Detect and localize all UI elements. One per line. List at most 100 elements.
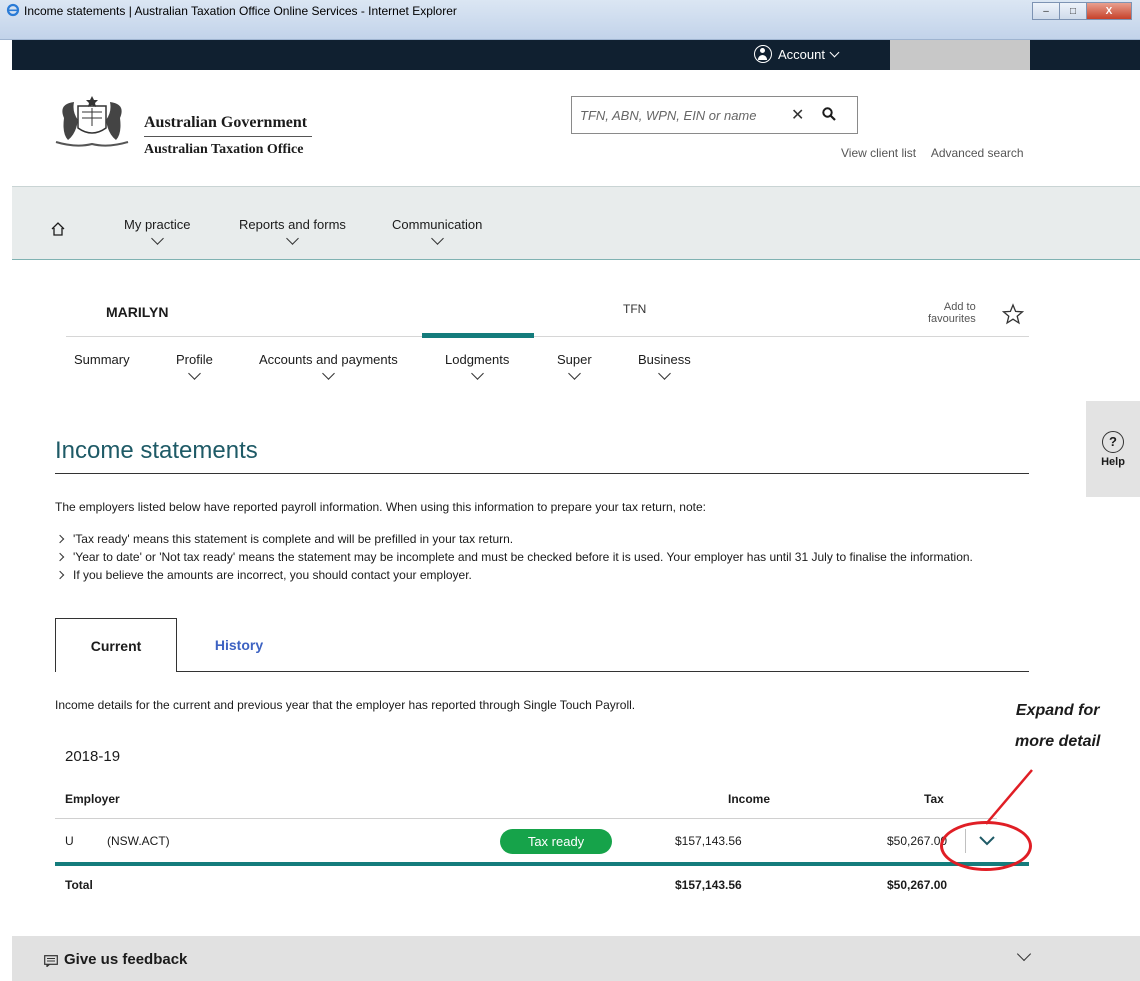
government-wordmark: Australian Government Australian Taxatio… — [144, 114, 312, 158]
note-text: 'Year to date' or 'Not tax ready' means … — [73, 550, 973, 564]
note-text: 'Tax ready' means this statement is comp… — [73, 532, 514, 546]
subnav-business[interactable]: Business — [638, 352, 691, 380]
chevron-down-icon — [567, 367, 581, 380]
agency-name: Australian Taxation Office — [144, 142, 304, 157]
subnav-lodgments-label: Lodgments — [445, 352, 510, 367]
employer-initial: U — [65, 834, 74, 848]
list-item: 'Tax ready' means this statement is comp… — [55, 530, 973, 548]
favourites-line1: Add to — [943, 301, 976, 313]
maximize-button[interactable]: □ — [1059, 2, 1087, 20]
feedback-bar[interactable]: Give us feedback — [12, 936, 1140, 981]
help-label: Help — [1101, 455, 1125, 468]
chevron-down-icon — [286, 232, 299, 245]
employer-name: (NSW.ACT) — [107, 834, 170, 848]
window-titlebar: Income statements | Australian Taxation … — [0, 0, 1140, 40]
intro-text: The employers listed below have reported… — [55, 500, 706, 514]
note-text: If you believe the amounts are incorrect… — [73, 568, 472, 582]
tab-current[interactable]: Current — [55, 618, 177, 672]
account-icon — [754, 45, 772, 63]
tabs-divider — [55, 671, 1029, 672]
account-label: Account — [778, 46, 825, 62]
chevron-right-icon — [55, 534, 65, 544]
home-icon[interactable] — [50, 221, 66, 237]
nav-communication[interactable]: Communication — [392, 217, 483, 245]
notes-list: 'Tax ready' means this statement is comp… — [55, 530, 973, 584]
total-income: $157,143.56 — [675, 878, 742, 892]
advanced-search-link[interactable]: Advanced search — [931, 146, 1024, 160]
status-badge: Tax ready — [500, 829, 612, 854]
close-window-button[interactable]: X — [1086, 2, 1132, 20]
minimize-button[interactable]: – — [1032, 2, 1060, 20]
list-item: 'Year to date' or 'Not tax ready' means … — [55, 548, 973, 566]
star-icon[interactable] — [1002, 303, 1024, 325]
chevron-down-icon — [658, 367, 671, 380]
chevron-down-icon — [829, 47, 840, 57]
subnav-accounts-label: Accounts and payments — [259, 352, 398, 367]
account-name-box — [890, 40, 1030, 70]
site-header: Australian Government Australian Taxatio… — [12, 70, 1140, 186]
total-tax: $50,267.00 — [887, 878, 948, 892]
subnav-summary[interactable]: Summary — [74, 352, 130, 367]
annotation-pointer-line — [985, 769, 1033, 825]
table-header-divider — [55, 818, 997, 819]
account-menu[interactable]: Account — [754, 45, 840, 63]
client-search-box: ✕ — [571, 96, 858, 134]
client-name: MARILYN — [106, 304, 169, 320]
statement-year: 2018-19 — [65, 748, 121, 765]
government-name: Australian Government — [144, 114, 308, 131]
tab-history[interactable]: History — [178, 618, 300, 672]
add-to-favourites-link[interactable]: Add to favourites — [928, 301, 976, 325]
subnav-profile-label: Profile — [176, 352, 213, 367]
subnav-super-label: Super — [557, 352, 592, 367]
chevron-down-icon — [1016, 946, 1032, 962]
help-icon: ? — [1102, 430, 1124, 453]
page-title: Income statements — [55, 437, 258, 464]
coat-of-arms-logo — [55, 96, 129, 147]
clear-search-icon[interactable]: ✕ — [791, 105, 804, 125]
subnav-summary-label: Summary — [74, 352, 130, 367]
internet-explorer-icon — [6, 3, 20, 17]
income-value: $157,143.56 — [675, 834, 742, 848]
favourites-line2: favourites — [928, 313, 976, 325]
table-total-divider — [55, 862, 1029, 866]
chevron-right-icon — [55, 552, 65, 562]
annotation-line1: Expand for — [1015, 702, 1100, 719]
client-search-input[interactable] — [580, 105, 780, 125]
annotation-callout: Expand for more detail — [1015, 695, 1100, 757]
nav-reports-and-forms[interactable]: Reports and forms — [239, 217, 346, 245]
title-divider — [55, 473, 1029, 474]
search-icon[interactable] — [822, 107, 836, 121]
column-header-tax: Tax — [924, 792, 944, 806]
subnav-lodgments[interactable]: Lodgments — [445, 352, 510, 380]
top-bar: Account — [12, 40, 1140, 70]
window-title: Income statements | Australian Taxation … — [24, 4, 457, 18]
client-divider — [66, 336, 1029, 337]
active-tab-indicator — [422, 333, 534, 338]
main-navigation: My practice Reports and forms Communicat… — [12, 186, 1140, 260]
nav-my-practice[interactable]: My practice — [124, 217, 191, 245]
view-client-list-link[interactable]: View client list — [841, 146, 916, 160]
feedback-label: Give us feedback — [64, 951, 188, 968]
header-links: View client list Advanced search — [841, 146, 1036, 160]
subnav-super[interactable]: Super — [557, 352, 592, 380]
help-button[interactable]: ? Help — [1086, 401, 1140, 497]
nav-communication-label: Communication — [392, 217, 483, 232]
browser-viewport: Account Australian Government Australian… — [12, 40, 1140, 981]
window-controls: – □ X — [1032, 2, 1132, 20]
nav-my-practice-label: My practice — [124, 217, 191, 232]
chevron-down-icon — [322, 367, 335, 380]
subnav-accounts-and-payments[interactable]: Accounts and payments — [259, 352, 398, 380]
annotation-circle — [940, 821, 1032, 871]
wordmark-divider — [144, 136, 312, 137]
list-item: If you believe the amounts are incorrect… — [55, 566, 973, 584]
tax-value: $50,267.00 — [887, 834, 948, 848]
chevron-down-icon — [470, 367, 484, 380]
tab-description: Income details for the current and previ… — [55, 698, 636, 712]
column-header-income: Income — [728, 792, 771, 806]
subnav-business-label: Business — [638, 352, 691, 367]
chevron-down-icon — [150, 232, 164, 245]
nav-reports-and-forms-label: Reports and forms — [239, 217, 346, 232]
chevron-right-icon — [55, 570, 65, 580]
subnav-profile[interactable]: Profile — [176, 352, 213, 380]
total-label: Total — [65, 878, 93, 892]
